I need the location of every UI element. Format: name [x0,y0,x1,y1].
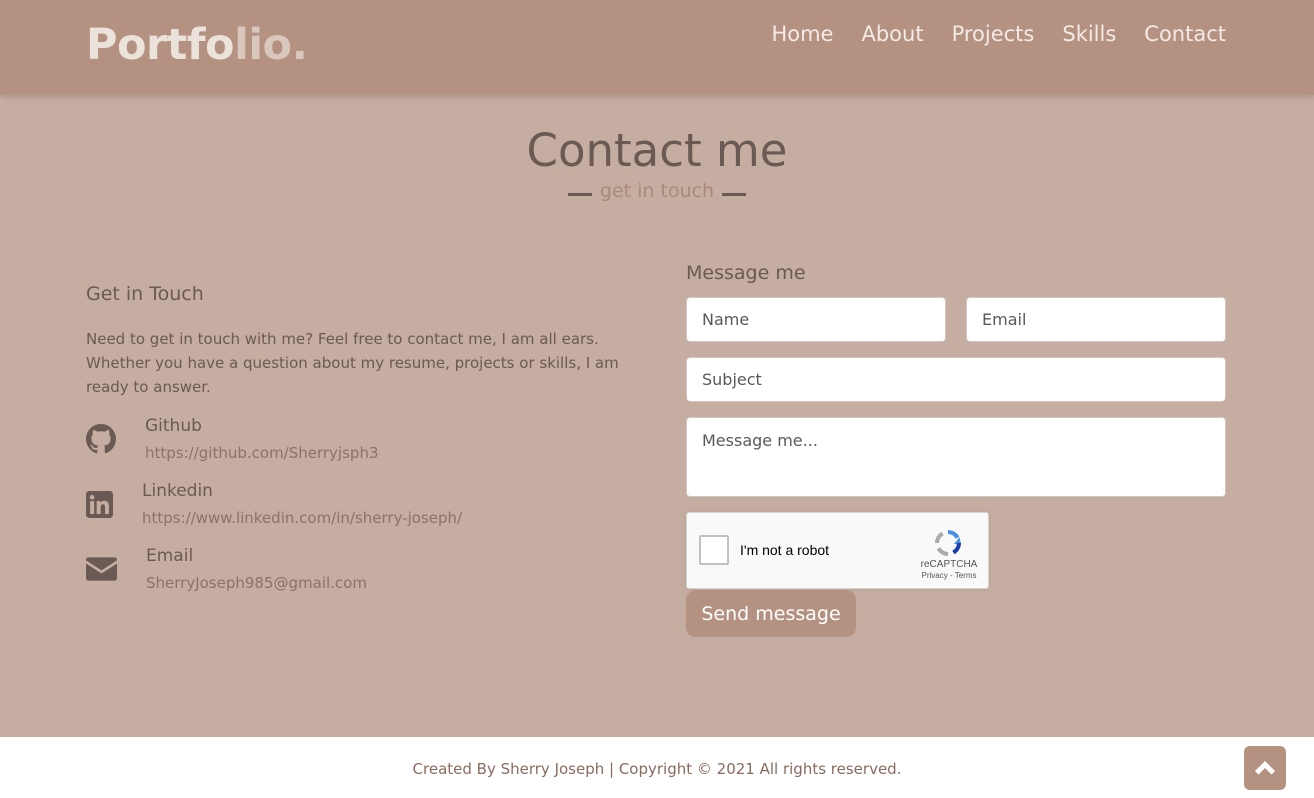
github-link[interactable]: https://github.com/Sherryjsph3 [145,444,379,462]
email-input[interactable] [966,297,1226,342]
recaptcha-terms[interactable]: Privacy - Terms [911,571,987,580]
recaptcha-checkbox[interactable] [699,535,729,565]
nav-menu: Home About Projects Skills Contact [771,22,1226,46]
logo-part2: lio. [234,20,308,70]
nav-skills[interactable]: Skills [1062,22,1116,46]
contact-info: Linkedin https://www.linkedin.com/in/she… [142,481,462,527]
contact-info: Email SherryJoseph985@gmail.com [146,546,367,592]
subtitle-text: get in touch [599,180,715,202]
github-icon [86,423,116,455]
get-in-touch-description: Need to get in touch with me? Feel free … [86,330,619,396]
get-in-touch-heading: Get in Touch [86,283,204,305]
logo-part1: Portfo [86,20,235,70]
subtitle-dash-left [567,192,592,196]
contact-github: Github https://github.com/Sherryjsph3 [86,416,379,462]
nav-projects[interactable]: Projects [952,22,1035,46]
linkedin-icon [86,488,113,520]
contact-email: Email SherryJoseph985@gmail.com [86,546,367,592]
get-in-touch-column: Get in Touch Need to get in touch with m… [86,283,631,592]
message-form-heading: Message me [686,262,806,284]
name-input[interactable] [686,297,946,342]
footer: Created By Sherry Joseph | Copyright © 2… [0,737,1314,798]
contact-label: Linkedin [142,481,213,501]
nav-home[interactable]: Home [771,22,833,46]
message-form-column: Message me [686,262,1226,284]
contact-label: Email [146,546,194,566]
chevron-up-icon [1255,761,1275,775]
nav-about[interactable]: About [861,22,923,46]
recaptcha-label: I'm not a robot [740,542,830,558]
subject-input[interactable] [686,357,1226,402]
contact-info: Github https://github.com/Sherryjsph3 [145,416,379,462]
footer-text: Created By Sherry Joseph | Copyright © 2… [412,760,902,778]
contact-label: Github [145,416,202,436]
section-title: Contact me [526,124,788,177]
recaptcha-brand: reCAPTCHA [920,559,978,570]
recaptcha-logo-icon [935,530,961,556]
section-subtitle: get in touch [0,180,1314,202]
recaptcha-widget: I'm not a robot reCAPTCHA Privacy - Term… [686,512,989,589]
message-textarea[interactable] [686,417,1226,497]
logo[interactable]: Portfolio. [86,20,308,70]
scroll-to-top-button[interactable] [1244,746,1286,790]
contact-linkedin: Linkedin https://www.linkedin.com/in/she… [86,481,462,527]
email-link[interactable]: SherryJoseph985@gmail.com [146,574,367,592]
subtitle-dash-right [722,192,747,196]
navbar: Portfolio. Home About Projects Skills Co… [0,0,1314,95]
linkedin-link[interactable]: https://www.linkedin.com/in/sherry-josep… [142,509,462,527]
envelope-icon [86,553,117,585]
send-message-button[interactable]: Send message [686,590,856,637]
nav-contact[interactable]: Contact [1144,22,1226,46]
